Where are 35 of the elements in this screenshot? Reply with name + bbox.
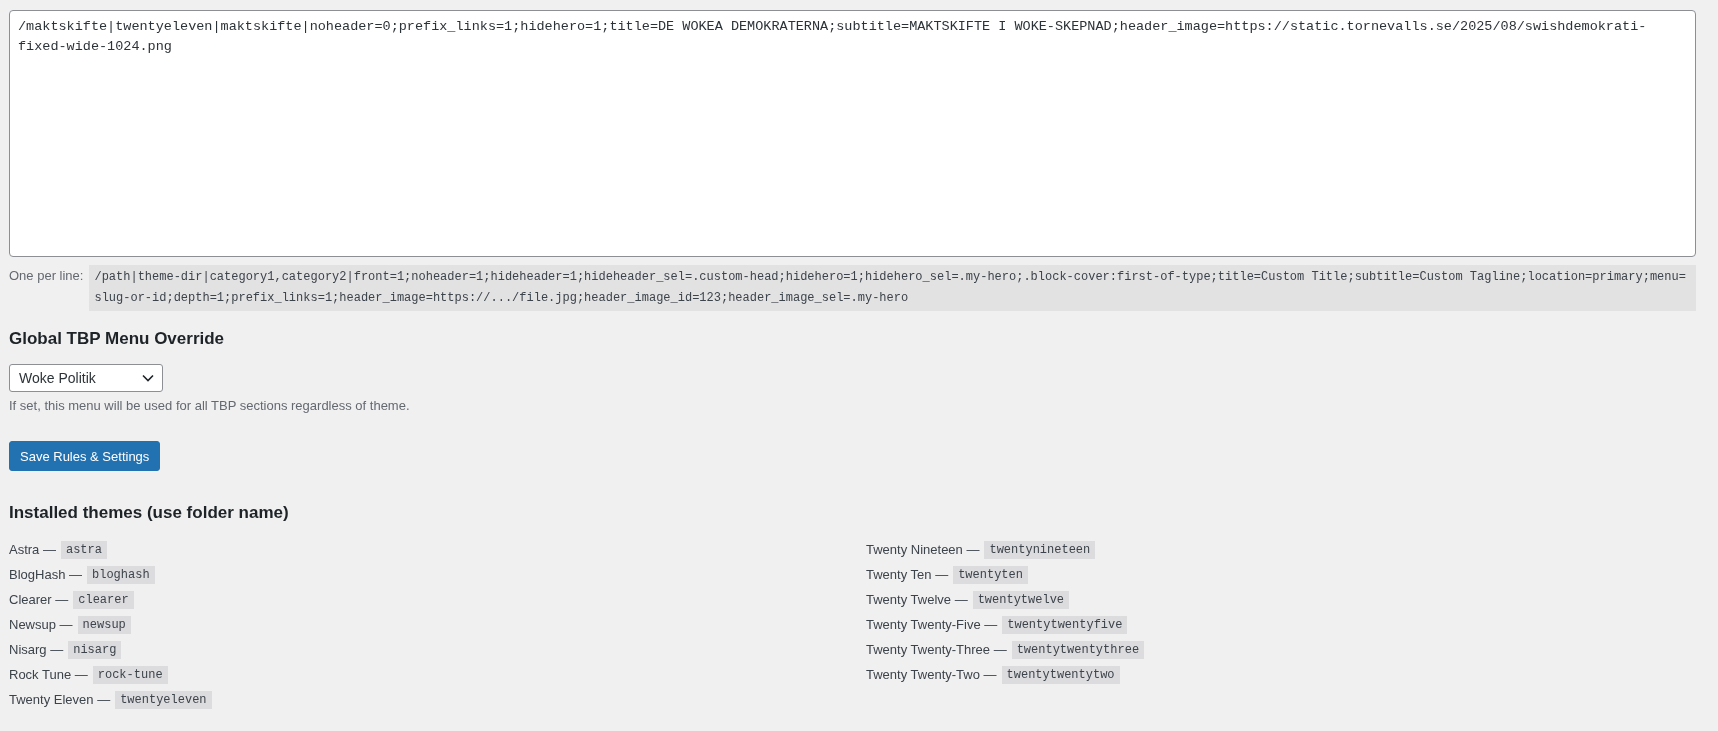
help-label: One per line:: [9, 267, 84, 285]
theme-folder: twentytwentytwo: [1001, 665, 1120, 684]
theme-folder: nisarg: [68, 640, 122, 659]
theme-name: Twenty Ten —: [866, 567, 949, 582]
theme-folder: astra: [60, 540, 107, 559]
theme-folder: rock-tune: [92, 665, 168, 684]
theme-name: Twenty Twenty-Five —: [866, 617, 998, 632]
theme-name: Twenty Twenty-Three —: [866, 642, 1007, 657]
theme-folder: twentytwentythree: [1011, 640, 1145, 659]
theme-folder: twentyeleven: [115, 690, 212, 709]
theme-name: Twenty Eleven —: [9, 692, 111, 707]
theme-name: BlogHash —: [9, 567, 82, 582]
theme-folder: clearer: [73, 590, 134, 609]
theme-folder: twentynineteen: [984, 540, 1096, 559]
save-button[interactable]: Save Rules & Settings: [9, 441, 161, 471]
theme-name: Twenty Twelve —: [866, 592, 968, 607]
theme-name: Astra —: [9, 542, 56, 557]
rules-textarea[interactable]: /maktskifte|twentyeleven|maktskifte|noheader=0;prefix_links=1;hidehero=1;title=DE WOKEA DEMOKRATERNA;subtitle=MAKTSKIFTE I WOKE-SKEPNAD;header_image=https://static.tornevalls.se/2025/08/swishdemokrati-fixed-wide-1024.png: [9, 10, 1696, 257]
section-heading: Global TBP Menu Override: [9, 329, 226, 349]
theme-folder: twentyten: [953, 565, 1028, 584]
theme-name: Rock Tune —: [9, 667, 88, 682]
section-heading: Installed themes (use folder name): [9, 503, 290, 523]
theme-folder: bloghash: [87, 565, 155, 584]
chevron-down-icon: [142, 374, 154, 382]
theme-name: Newsup —: [9, 617, 73, 632]
format-example: /path|theme-dir|category1,category2|front=1;noheader=1;hideheader=1;hideheader_sel=.custom-head;hidehero=1;hidehero_sel=.my-hero;.block-cover:first-of-type;title=Custom Title;subtitle=Custom Tagline;location=primary;menu=slug-or-id;depth=1;prefix_links=1;header_image=https://.../file.jpg;header_image_id=123;header_image_sel=.my-hero: [89, 265, 1696, 311]
menu-dropdown[interactable]: Woke Politik: [9, 364, 163, 392]
theme-name: Twenty Twenty-Two —: [866, 667, 997, 682]
menu-description: If set, this menu will be used for all TBP sections regardless of theme.: [9, 398, 411, 413]
theme-name: Twenty Nineteen —: [866, 542, 980, 557]
theme-name: Nisarg —: [9, 642, 64, 657]
theme-folder: newsup: [77, 615, 131, 634]
theme-folder: twentytwelve: [972, 590, 1070, 609]
theme-folder: twentytwentyfive: [1002, 615, 1128, 634]
theme-name: Clearer —: [9, 592, 69, 607]
